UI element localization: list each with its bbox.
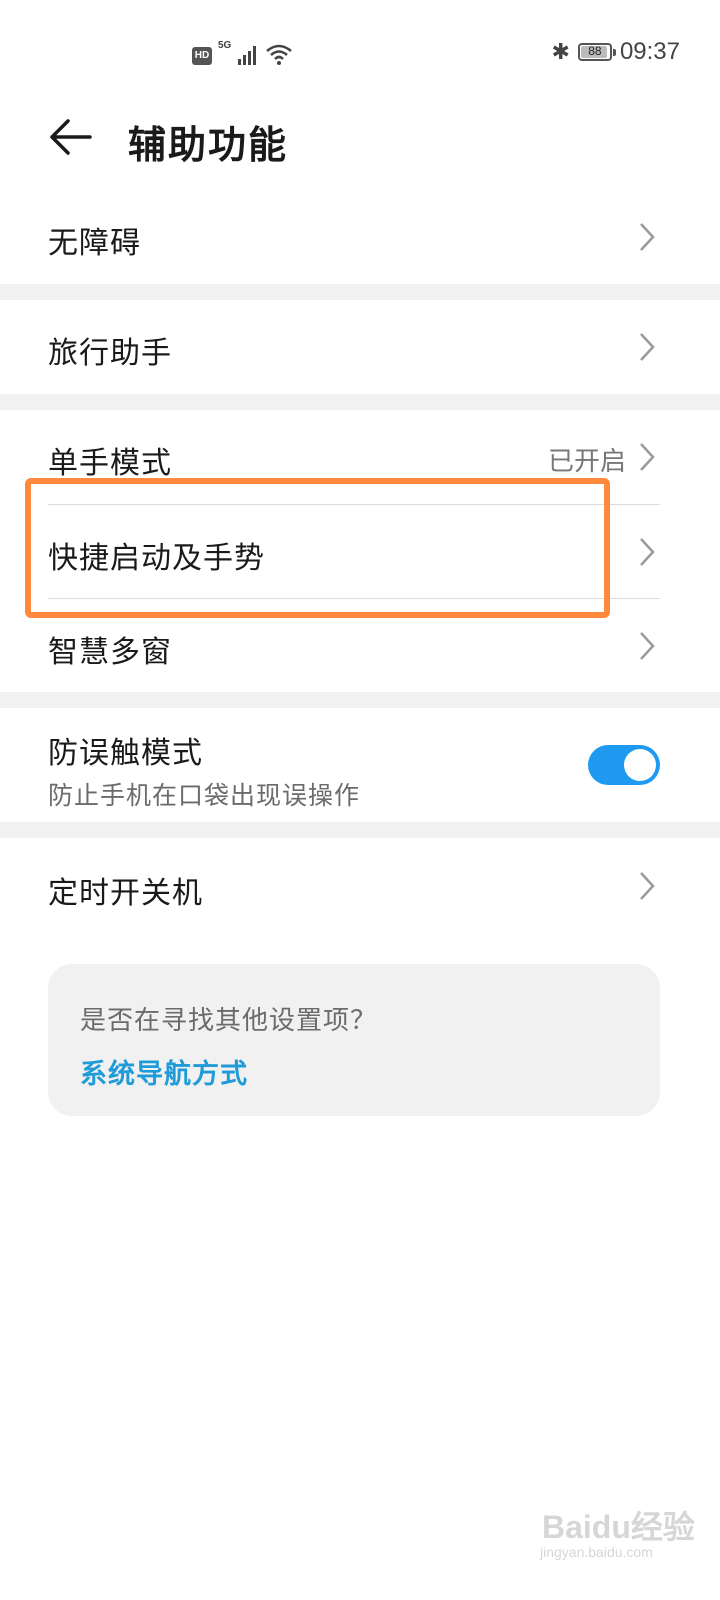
setting-label: 定时开关机 <box>48 876 203 911</box>
page-title: 辅助功能 <box>128 123 289 167</box>
chevron-right-icon <box>640 538 655 566</box>
group-divider <box>0 394 720 410</box>
setting-smart-multiwindow[interactable]: 智慧多窗 <box>0 599 720 692</box>
watermark-url: jingyan.baidu.com <box>540 1544 653 1560</box>
setting-travel-assistant[interactable]: 旅行助手 <box>0 300 720 394</box>
battery-level: 88 <box>588 44 602 58</box>
setting-scheduled-power[interactable]: 定时开关机 <box>0 838 720 932</box>
chevron-right-icon <box>640 223 655 251</box>
watermark-brand: Baidu经验 <box>542 1509 695 1545</box>
baidu-watermark: Baidu经验 jingyan.baidu.com <box>540 1496 700 1576</box>
setting-accessibility[interactable]: 无障碍 <box>0 190 720 284</box>
signal-icon <box>238 46 257 65</box>
status-bar: HD 5G ✱ 88 09:37 <box>0 0 720 100</box>
setting-shortcuts-gestures[interactable]: 快捷启动及手势 <box>0 505 720 598</box>
battery-icon: 88 <box>577 43 616 61</box>
setting-label: 防误触模式 <box>48 736 203 771</box>
setting-one-hand-mode[interactable]: 单手模式 已开启 <box>0 410 720 504</box>
setting-value: 已开启 <box>547 447 626 477</box>
group-divider <box>0 692 720 708</box>
setting-label: 旅行助手 <box>48 336 172 371</box>
app-header: 辅助功能 <box>0 100 720 180</box>
wifi-icon <box>266 44 293 65</box>
setting-label: 快捷启动及手势 <box>48 541 265 576</box>
chevron-right-icon <box>640 872 655 900</box>
setting-label: 单手模式 <box>48 446 172 481</box>
suggestion-card: 是否在寻找其他设置项？ 系统导航方式 <box>48 964 660 1116</box>
pocket-mode-toggle[interactable] <box>588 745 660 785</box>
toggle-knob <box>624 749 656 781</box>
setting-label: 无障碍 <box>48 226 141 261</box>
chevron-right-icon <box>640 333 655 361</box>
back-arrow-icon[interactable] <box>46 112 96 162</box>
setting-pocket-mode: 防误触模式 防止手机在口袋出现误操作 <box>0 708 720 822</box>
chevron-right-icon <box>640 443 655 471</box>
group-divider <box>0 822 720 838</box>
setting-description: 防止手机在口袋出现误操作 <box>48 781 361 810</box>
bluetooth-icon: ✱ <box>551 39 570 65</box>
status-left: HD 5G <box>192 40 293 65</box>
navigation-mode-link[interactable]: 系统导航方式 <box>80 1052 248 1091</box>
hd-badge: HD <box>192 47 212 65</box>
suggestion-question: 是否在寻找其他设置项？ <box>80 1006 378 1036</box>
clock: 09:37 <box>619 38 680 65</box>
group-divider <box>0 284 720 300</box>
network-type: 5G <box>218 40 232 51</box>
status-right: ✱ 88 09:37 <box>552 38 681 66</box>
setting-label: 智慧多窗 <box>48 635 172 670</box>
chevron-right-icon <box>640 632 655 660</box>
